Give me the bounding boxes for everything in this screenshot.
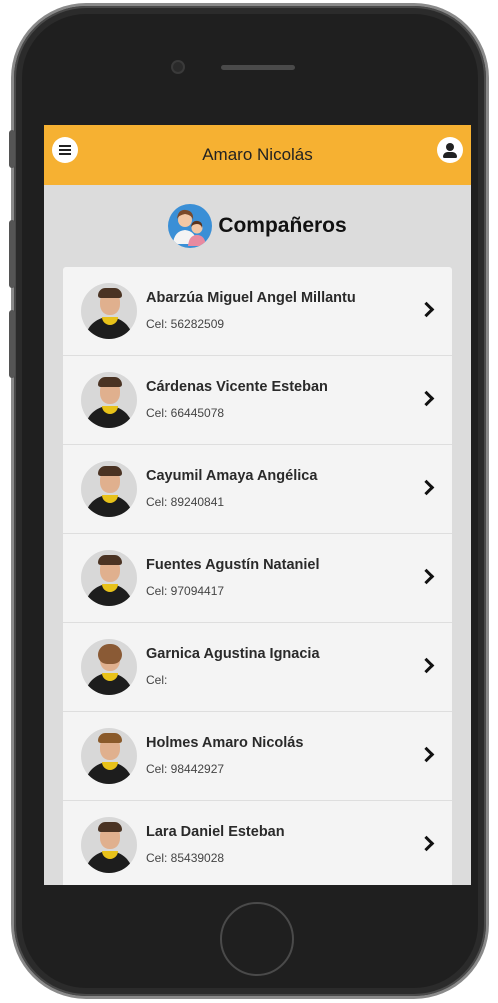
student-phone: Cel: 98442927 (146, 762, 225, 776)
list-item[interactable]: Cayumil Amaya Angélica Cel: 89240841 (63, 445, 452, 534)
avatar (81, 461, 137, 517)
classmates-icon (168, 204, 213, 248)
volume-down-button (9, 310, 15, 378)
list-item[interactable]: Lara Daniel Esteban Cel: 85439028 (63, 801, 452, 885)
list-item[interactable]: Holmes Amaro Nicolás Cel: 98442927 (63, 712, 452, 801)
user-button[interactable] (437, 137, 463, 163)
home-button[interactable] (220, 902, 294, 976)
chevron-right-icon (418, 835, 435, 852)
earpiece-speaker (221, 65, 295, 70)
student-name: Abarzúa Miguel Angel Millantu (146, 290, 356, 306)
chevron-right-icon (418, 746, 435, 763)
student-name: Cayumil Amaya Angélica (146, 468, 318, 484)
chevron-right-icon (418, 301, 435, 318)
avatar (81, 550, 137, 606)
student-phone: Cel: (146, 673, 168, 687)
app-header: Amaro Nicolás (44, 125, 471, 185)
section-title: Compañeros (218, 214, 347, 237)
list-item[interactable]: Cárdenas Vicente Esteban Cel: 66445078 (63, 356, 452, 445)
header-title: Amaro Nicolás (202, 145, 313, 164)
list-item[interactable]: Garnica Agustina Ignacia Cel: (63, 623, 452, 712)
student-phone: Cel: 85439028 (146, 851, 225, 865)
student-phone: Cel: 89240841 (146, 495, 225, 509)
mute-switch (9, 130, 15, 168)
user-icon (446, 143, 454, 151)
student-name: Cárdenas Vicente Esteban (146, 379, 328, 395)
user-icon-body (443, 152, 457, 158)
student-name: Lara Daniel Esteban (146, 824, 285, 840)
student-phone: Cel: 97094417 (146, 584, 225, 598)
avatar (81, 728, 137, 784)
classmates-list: Abarzúa Miguel Angel Millantu Cel: 56282… (63, 267, 452, 885)
section-heading: Compañeros (44, 185, 471, 267)
avatar (81, 817, 137, 873)
student-name: Fuentes Agustín Nataniel (146, 557, 320, 573)
student-phone: Cel: 66445078 (146, 406, 225, 420)
avatar (81, 283, 137, 339)
app-screen: Amaro Nicolás Compañeros Abarzúa Miguel … (44, 125, 471, 885)
list-item[interactable]: Fuentes Agustín Nataniel Cel: 97094417 (63, 534, 452, 623)
volume-up-button (9, 220, 15, 288)
student-name: Garnica Agustina Ignacia (146, 646, 320, 662)
avatar (81, 639, 137, 695)
avatar (81, 372, 137, 428)
chevron-right-icon (418, 568, 435, 585)
chevron-right-icon (418, 657, 435, 674)
student-phone: Cel: 56282509 (146, 317, 225, 331)
chevron-right-icon (418, 390, 435, 407)
chevron-right-icon (418, 479, 435, 496)
list-item[interactable]: Abarzúa Miguel Angel Millantu Cel: 56282… (63, 267, 452, 356)
student-name: Holmes Amaro Nicolás (146, 735, 304, 751)
front-camera (173, 62, 183, 72)
